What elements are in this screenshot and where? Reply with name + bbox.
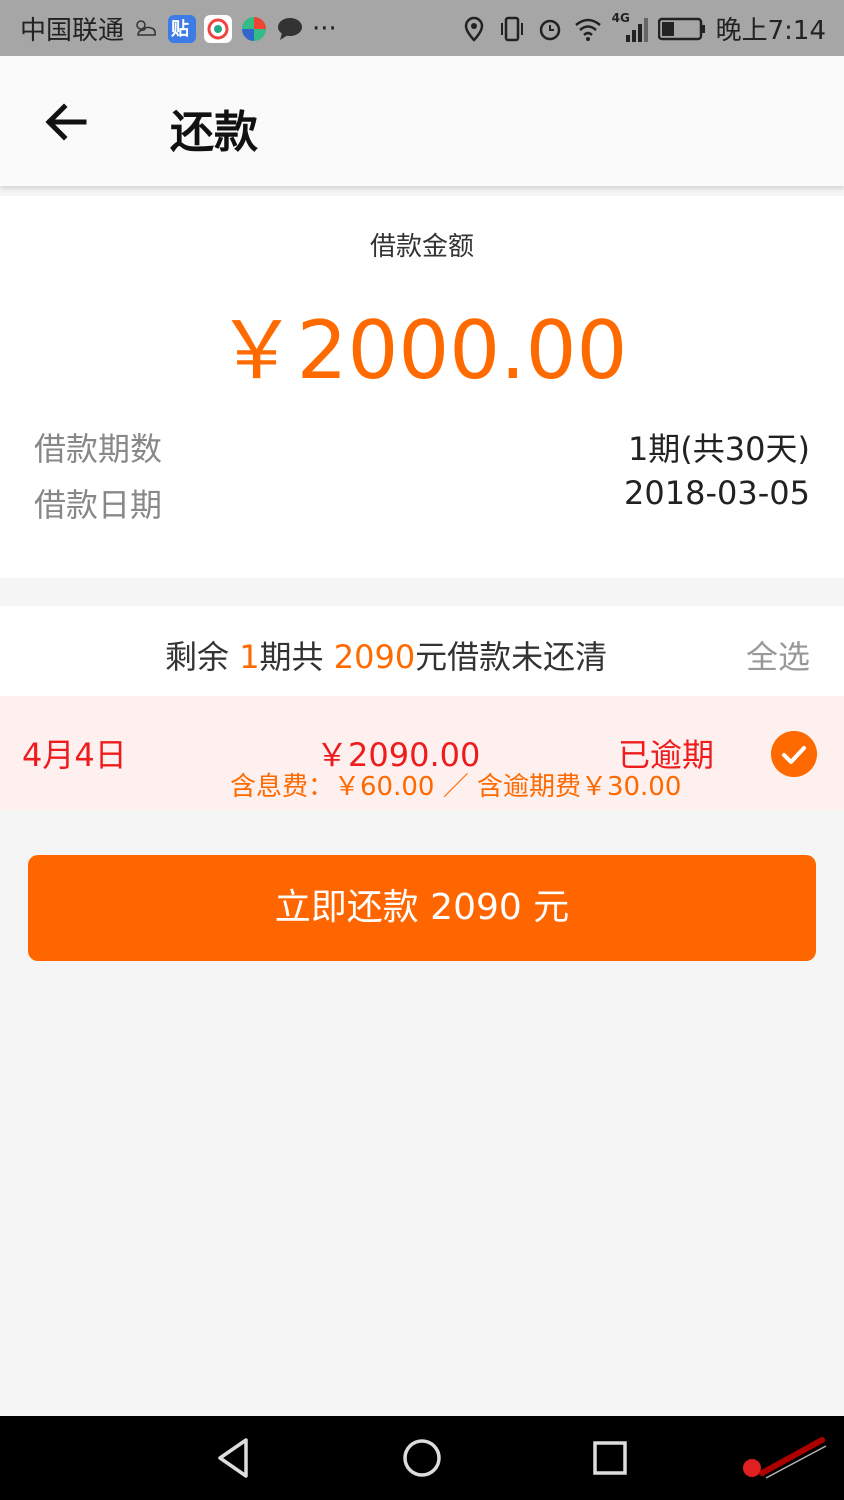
message-icon	[278, 17, 303, 40]
signal-icon: 4G	[612, 11, 648, 43]
repay-now-button[interactable]: 立即还款 2090 元	[28, 855, 816, 961]
alarm-icon	[539, 19, 560, 40]
status-bar-left: 中国联通 贴 ···	[20, 10, 337, 47]
more-notifications: ···	[312, 13, 337, 44]
system-nav-bar	[0, 1416, 844, 1500]
vibrate-icon	[500, 16, 523, 41]
back-arrow-icon[interactable]	[40, 96, 92, 148]
loan-term-label: 借款期数	[34, 430, 163, 468]
weather-icon	[136, 19, 156, 36]
remaining-periods: 1	[239, 638, 260, 676]
loan-amount-label: 借款金额	[369, 232, 474, 262]
loan-info-card: 借款金额 ￥2000.00 借款期数 1期(共30天) 借款日期 2018-03…	[0, 196, 844, 578]
battery-icon	[657, 17, 705, 40]
loan-amount-value: ￥2000.00	[216, 304, 628, 397]
installment-date: 4月4日	[22, 736, 127, 774]
remaining-summary: 剩余 1期共 2090元借款未还清 全选	[0, 606, 844, 696]
browser-icon	[204, 14, 233, 43]
app-icon	[242, 16, 267, 41]
summary-suffix: 元借款未还清	[415, 638, 608, 676]
checkmark-icon[interactable]	[771, 731, 817, 777]
summary-prefix: 剩余	[165, 638, 240, 676]
select-all-button[interactable]: 全选	[746, 632, 810, 678]
loan-date-row: 借款日期 2018-03-05	[34, 474, 810, 530]
remaining-total: 2090	[333, 638, 416, 676]
location-icon	[464, 16, 483, 42]
nav-home-icon[interactable]	[398, 1434, 446, 1482]
loan-term-row: 借款期数 1期(共30天)	[34, 424, 810, 474]
status-bar-right: 4G 晚上7:14	[460, 10, 826, 47]
watermark-logo	[743, 1437, 827, 1479]
loan-date-label: 借款日期	[34, 486, 163, 524]
repayment-screen: 中国联通 贴 ··· 4G 晚上7:14 还款 借款金额 ￥2000.00 借款…	[0, 0, 844, 1500]
nav-recent-icon[interactable]	[586, 1434, 634, 1482]
nav-back-icon[interactable]	[210, 1434, 258, 1482]
installment-item[interactable]: 4月4日 ￥2090.00 已逾期 含息费：￥60.00 ／ 含逾期费￥30.0…	[0, 696, 844, 810]
carrier-name: 中国联通	[20, 16, 125, 46]
app-header: 还款	[0, 56, 844, 186]
page-title: 还款	[170, 107, 258, 158]
wifi-icon	[574, 18, 601, 41]
remaining-summary-text: 剩余 1期共 2090元借款未还清	[165, 632, 607, 678]
loan-term-value: 1期(共30天)	[627, 430, 810, 468]
tieba-icon: 贴	[168, 14, 197, 43]
installment-fees: 含息费：￥60.00 ／ 含逾期费￥30.00	[230, 772, 682, 802]
summary-middle: 期共	[259, 638, 334, 676]
loan-date-value: 2018-03-05	[624, 474, 810, 512]
clock: 晚上7:14	[715, 16, 826, 46]
status-bar: 中国联通 贴 ··· 4G 晚上7:14	[0, 0, 844, 56]
